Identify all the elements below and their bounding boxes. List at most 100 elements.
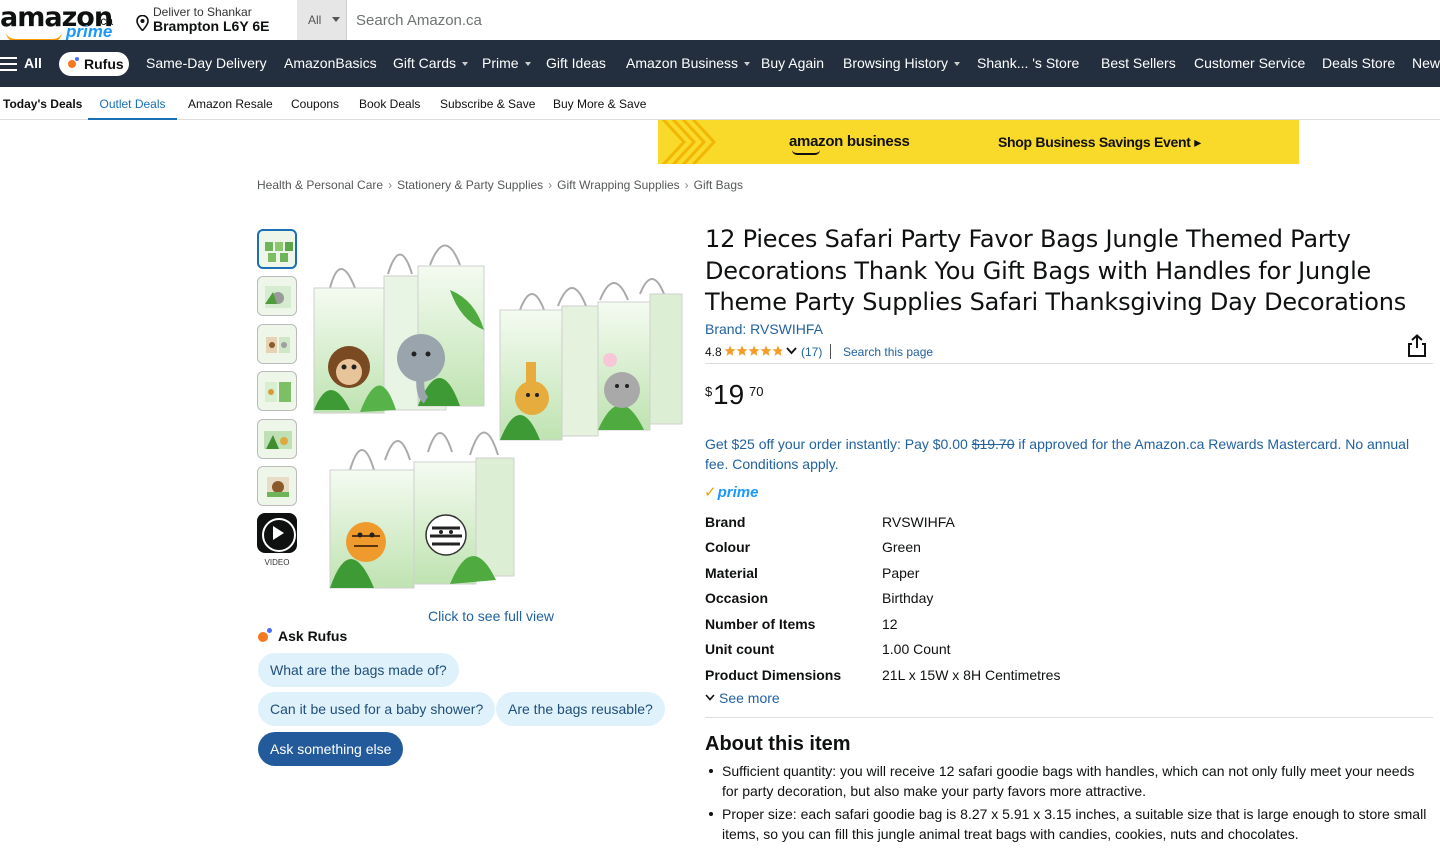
ask-something-else-button[interactable]: Ask something else bbox=[258, 732, 404, 766]
spec-row: Product Dimensions 21L x 15W x 8H Centime… bbox=[705, 667, 1061, 680]
subnav-amazon-resale[interactable]: Amazon Resale bbox=[188, 87, 273, 120]
video-thumbnail[interactable] bbox=[257, 513, 297, 553]
deliver-line1: Deliver to Shankar bbox=[153, 5, 252, 19]
search-this-page-link[interactable]: Search this page bbox=[843, 345, 933, 359]
breadcrumb-item[interactable]: Gift Wrapping Supplies bbox=[557, 178, 680, 192]
star-icon bbox=[724, 345, 736, 356]
rufus-label: Rufus bbox=[84, 56, 124, 72]
product-main-image[interactable] bbox=[300, 230, 684, 595]
spec-row: Material Paper bbox=[705, 565, 920, 581]
breadcrumb-item[interactable]: Health & Personal Care bbox=[257, 178, 383, 192]
rufus-question-chip[interactable]: Are the bags reusable? bbox=[496, 692, 665, 726]
offer-strike-price: $19.70 bbox=[971, 436, 1015, 452]
card-offer-link[interactable]: Get $25 off your order instantly: Pay $0… bbox=[705, 434, 1425, 474]
nav-prime[interactable]: Prime bbox=[482, 40, 531, 87]
caret-down-icon bbox=[332, 17, 340, 22]
nav-amazonbasics[interactable]: AmazonBasics bbox=[284, 40, 377, 87]
rufus-question-chip[interactable]: What are the bags made of? bbox=[258, 653, 459, 687]
amazon-logo[interactable]: amazon .ca prime bbox=[0, 2, 118, 42]
chevron-down-icon bbox=[705, 694, 715, 701]
play-icon bbox=[273, 526, 284, 540]
subnav-todays-deals[interactable]: Today's Deals bbox=[3, 87, 82, 120]
about-heading: About this item bbox=[705, 733, 851, 755]
banner-brand: amazon business bbox=[789, 133, 910, 150]
brand-link[interactable]: Brand: RVSWIHFA bbox=[705, 321, 823, 337]
nav-browsing-history[interactable]: Browsing History bbox=[843, 40, 960, 87]
thumbnail-2[interactable] bbox=[257, 276, 297, 316]
prime-check-icon: ✓ bbox=[704, 484, 717, 501]
thumbnail-6[interactable] bbox=[257, 466, 297, 506]
price-whole: 19 bbox=[713, 379, 745, 410]
share-icon[interactable] bbox=[1406, 334, 1428, 358]
chevron-down-icon[interactable] bbox=[786, 347, 797, 355]
nav-store[interactable]: Shank... 's Store bbox=[977, 40, 1079, 87]
deliver-line2: Brampton L6Y 6E bbox=[153, 18, 270, 34]
spec-row: Occasion Birthday bbox=[705, 590, 934, 606]
subnav-outlet-deals[interactable]: Outlet Deals bbox=[88, 87, 177, 120]
business-banner[interactable]: amazon business Shop Business Savings Ev… bbox=[658, 120, 1299, 164]
star-icon bbox=[760, 345, 772, 356]
rating-value: 4.8 bbox=[705, 345, 722, 359]
subnav-subscribe-save[interactable]: Subscribe & Save bbox=[440, 87, 535, 120]
breadcrumb-item[interactable]: Stationery & Party Supplies bbox=[397, 178, 543, 192]
about-bullet: Sufficient quantity: you will receive 12… bbox=[705, 761, 1430, 801]
thumbnail-4[interactable] bbox=[257, 371, 297, 411]
top-header: amazon .ca prime Deliver to Shankar Bram… bbox=[0, 0, 1440, 42]
main-nav: All Rufus Same-Day Delivery AmazonBasics… bbox=[0, 40, 1440, 87]
nav-same-day-delivery[interactable]: Same-Day Delivery bbox=[146, 40, 267, 87]
price-currency: $ bbox=[705, 384, 713, 399]
location-pin-icon bbox=[136, 15, 149, 31]
product-title: 12 Pieces Safari Party Favor Bags Jungle… bbox=[705, 225, 1407, 316]
nav-gift-cards[interactable]: Gift Cards bbox=[393, 40, 468, 87]
star-icon bbox=[748, 345, 760, 356]
see-more-link[interactable]: See more bbox=[705, 690, 780, 706]
search-input[interactable] bbox=[347, 0, 1440, 40]
nav-all[interactable]: All bbox=[2, 40, 42, 87]
rufus-button[interactable]: Rufus bbox=[59, 52, 129, 76]
star-rating-icon[interactable] bbox=[724, 345, 784, 357]
rating-count-link[interactable]: (17) bbox=[801, 345, 822, 359]
nav-gift-ideas[interactable]: Gift Ideas bbox=[546, 40, 606, 87]
product-specs-table: Brand RVSWIHFA Colour Green Material Paper … bbox=[705, 511, 1425, 680]
nav-deals-store[interactable]: Deals Store bbox=[1322, 40, 1395, 87]
ask-rufus-heading: Ask Rufus bbox=[257, 628, 347, 644]
spec-row: Unit count 1.00 Count bbox=[705, 641, 951, 657]
nav-buy-again[interactable]: Buy Again bbox=[761, 40, 824, 87]
spec-row: Number of Items 12 bbox=[705, 616, 898, 632]
subnav-buy-more-save[interactable]: Buy More & Save bbox=[553, 87, 646, 120]
nav-customer-service[interactable]: Customer Service bbox=[1194, 40, 1305, 87]
nav-best-sellers[interactable]: Best Sellers bbox=[1101, 40, 1176, 87]
chevron-pattern-icon bbox=[661, 120, 717, 164]
separator bbox=[830, 344, 831, 359]
rufus-icon bbox=[258, 632, 268, 642]
breadcrumb-item[interactable]: Gift Bags bbox=[694, 178, 743, 192]
video-label: VIDEO bbox=[264, 558, 290, 567]
sub-nav: Today's Deals Outlet Deals Amazon Resale… bbox=[0, 87, 1440, 120]
logo-prime: prime bbox=[66, 22, 113, 41]
nav-new[interactable]: New bbox=[1412, 40, 1440, 87]
about-bullet: Proper size: each safari goodie bag is 8… bbox=[705, 804, 1430, 844]
price-fraction: 70 bbox=[749, 384, 764, 399]
deliver-to[interactable]: Deliver to Shankar Brampton L6Y 6E bbox=[134, 4, 284, 38]
subnav-coupons[interactable]: Coupons bbox=[291, 87, 339, 120]
banner-smile-icon bbox=[792, 150, 820, 155]
subnav-book-deals[interactable]: Book Deals bbox=[359, 87, 420, 120]
search-bar: All bbox=[297, 0, 1440, 40]
about-bullets: Sufficient quantity: you will receive 12… bbox=[705, 761, 1430, 847]
thumbnail-1[interactable] bbox=[257, 229, 297, 269]
thumbnail-3[interactable] bbox=[257, 324, 297, 364]
nav-amazon-business[interactable]: Amazon Business bbox=[626, 40, 750, 87]
banner-cta[interactable]: Shop Business Savings Event ▸ bbox=[998, 134, 1201, 151]
spec-row: Brand RVSWIHFA bbox=[705, 514, 955, 530]
full-view-link[interactable]: Click to see full view bbox=[428, 608, 554, 624]
rufus-question-chip[interactable]: Can it be used for a baby shower? bbox=[258, 692, 496, 726]
divider bbox=[705, 363, 1433, 364]
breadcrumb: Health & Personal Care › Stationery & Part… bbox=[257, 178, 744, 192]
search-category-select[interactable]: All bbox=[297, 0, 347, 40]
star-icon bbox=[736, 345, 748, 356]
search-category-label: All bbox=[308, 13, 322, 27]
divider bbox=[705, 717, 1433, 718]
rufus-icon bbox=[68, 60, 76, 68]
prime-badge: ✓prime bbox=[704, 484, 759, 501]
thumbnail-5[interactable] bbox=[257, 419, 297, 459]
